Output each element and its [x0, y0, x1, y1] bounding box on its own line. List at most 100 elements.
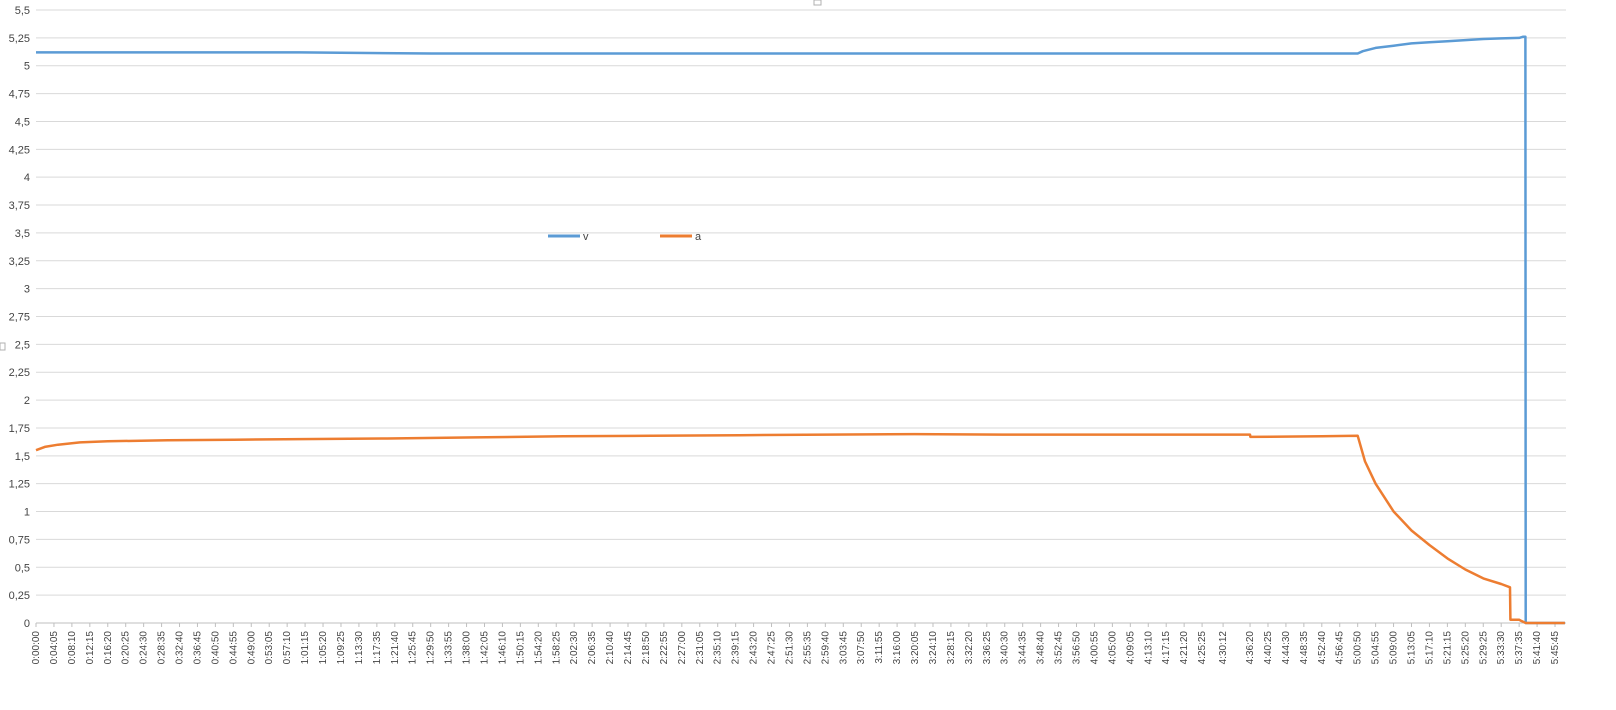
x-tick-label: 0:44:55 [228, 631, 239, 665]
chart-svg: 0 0,25 0,5 0,75 1 1,25 1,5 1,75 2 2,25 2,5 2,75 3 3,2… [0, 0, 1616, 710]
x-tick-label: 5:04:55 [1371, 631, 1382, 665]
x-tick-label: 3:36:25 [982, 631, 993, 665]
y-tick-label: 3,25 [9, 256, 30, 268]
x-tick-label: 3:20:05 [910, 631, 921, 665]
x-tick-label: 2:27:00 [677, 631, 688, 665]
chart-background [0, 0, 1616, 710]
x-tick-label: 4:00:55 [1089, 631, 1100, 665]
x-tick-label: 2:43:20 [749, 631, 760, 665]
x-tick-label: 2:55:35 [802, 631, 813, 665]
x-tick-label: 0:16:20 [103, 631, 114, 665]
x-tick-label: 5:00:50 [1353, 631, 1364, 665]
x-tick-label: 3:56:50 [1072, 631, 1083, 665]
x-tick-label: 0:24:30 [139, 631, 150, 665]
x-tick-label: 3:24:10 [928, 631, 939, 665]
y-tick-label: 2 [24, 395, 30, 407]
x-tick-label: 0:04:05 [49, 631, 60, 665]
x-tick-label: 2:22:55 [659, 631, 670, 665]
x-tick-label: 4:52:40 [1317, 631, 1328, 665]
x-tick-label: 5:41:40 [1532, 631, 1543, 665]
x-tick-label: 4:36:20 [1245, 631, 1256, 665]
x-tick-label: 4:13:10 [1143, 631, 1154, 665]
y-tick-label: 0,5 [15, 562, 30, 574]
x-tick-label: 1:05:20 [318, 631, 329, 665]
y-tick-label: 4,25 [9, 144, 30, 156]
x-tick-label: 5:25:20 [1460, 631, 1471, 665]
y-tick-label: 4 [24, 172, 30, 184]
x-tick-label: 5:13:05 [1406, 631, 1417, 665]
y-tick-label: 4,75 [9, 89, 30, 101]
x-tick-label: 5:45:45 [1550, 631, 1561, 665]
y-tick-label: 5,5 [15, 5, 30, 17]
y-tick-label: 1,75 [9, 423, 30, 435]
y-tick-label: 2,25 [9, 367, 30, 379]
x-tick-label: 3:28:15 [946, 631, 957, 665]
x-tick-label: 1:21:40 [390, 631, 401, 665]
x-tick-label: 2:02:30 [569, 631, 580, 665]
x-tick-label: 4:05:00 [1107, 631, 1118, 665]
x-tick-label: 1:46:10 [497, 631, 508, 665]
x-tick-label: 1:09:25 [336, 631, 347, 665]
x-tick-label: 4:25:25 [1197, 631, 1208, 665]
x-tick-label: 0:12:15 [85, 631, 96, 665]
x-tick-label: 3:16:00 [892, 631, 903, 665]
x-tick-label: 0:00:00 [31, 631, 42, 665]
x-tick-label: 3:11:55 [874, 631, 885, 664]
x-tick-label: 3:44:35 [1018, 631, 1029, 665]
x-tick-label: 2:39:15 [731, 631, 742, 665]
resize-handle-left[interactable] [0, 342, 6, 351]
x-tick-label: 0:20:25 [121, 631, 132, 665]
y-axis-tick-labels: 0 0,25 0,5 0,75 1 1,25 1,5 1,75 2 2,25 2,5 2,75 3 3,2… [9, 5, 30, 630]
x-tick-label: 2:59:40 [820, 631, 831, 665]
x-tick-label: 5:17:10 [1424, 631, 1435, 665]
x-tick-label: 1:42:05 [479, 631, 490, 665]
x-tick-label: 3:40:30 [1000, 631, 1011, 665]
y-tick-label: 3 [24, 284, 30, 296]
x-tick-label: 3:03:45 [838, 631, 849, 665]
x-tick-label: 4:56:45 [1335, 631, 1346, 665]
resize-handle-top[interactable] [813, 0, 822, 6]
x-tick-label: 0:08:10 [67, 631, 78, 665]
y-tick-label: 0,75 [9, 534, 30, 546]
chart-area: 0 0,25 0,5 0,75 1 1,25 1,5 1,75 2 2,25 2,5 2,75 3 3,2… [0, 0, 1616, 710]
y-tick-label: 5 [24, 61, 30, 73]
x-tick-label: 3:48:40 [1036, 631, 1047, 665]
x-tick-label: 3:32:20 [964, 631, 975, 665]
x-tick-label: 1:01:15 [300, 631, 311, 665]
x-tick-label: 5:09:00 [1389, 631, 1400, 665]
y-tick-label: 1,25 [9, 479, 30, 491]
x-tick-label: 0:36:45 [192, 631, 203, 665]
legend-label-a: a [695, 231, 702, 243]
x-tick-label: 3:52:45 [1054, 631, 1065, 665]
y-tick-label: 2,5 [15, 339, 30, 351]
x-tick-label: 1:13:30 [354, 631, 365, 665]
x-tick-label: 4:21:20 [1179, 631, 1190, 665]
x-tick-label: 2:18:50 [641, 631, 652, 665]
x-tick-label: 2:10:40 [605, 631, 616, 665]
x-tick-label: 5:29:25 [1478, 631, 1489, 665]
x-tick-label: 1:17:35 [372, 631, 383, 665]
x-tick-label: 4:09:05 [1125, 631, 1136, 665]
x-tick-label: 1:38:00 [462, 631, 473, 665]
x-tick-label: 1:33:55 [444, 631, 455, 665]
y-tick-label: 3,75 [9, 200, 30, 212]
x-tick-label: 2:51:30 [784, 631, 795, 665]
y-tick-label: 1 [24, 507, 30, 519]
x-tick-label: 1:50:15 [515, 631, 526, 665]
y-tick-label: 1,5 [15, 451, 30, 463]
x-tick-label: 4:40:25 [1263, 631, 1274, 665]
x-tick-label: 4:30:12 [1218, 631, 1229, 665]
x-tick-label: 4:17:15 [1161, 631, 1172, 665]
x-tick-label: 5:33:30 [1496, 631, 1507, 665]
x-tick-label: 4:44:30 [1281, 631, 1292, 665]
x-tick-label: 0:28:35 [157, 631, 168, 665]
x-tick-label: 3:07:50 [856, 631, 867, 665]
x-tick-label: 1:54:20 [533, 631, 544, 665]
legend-label-v: v [583, 231, 589, 243]
x-tick-label: 1:25:45 [408, 631, 419, 665]
x-tick-label: 2:06:35 [587, 631, 598, 665]
y-tick-label: 5,25 [9, 33, 30, 45]
x-tick-label: 2:47:25 [767, 631, 778, 665]
x-tick-label: 0:40:50 [210, 631, 221, 665]
x-tick-label: 2:35:10 [713, 631, 724, 665]
